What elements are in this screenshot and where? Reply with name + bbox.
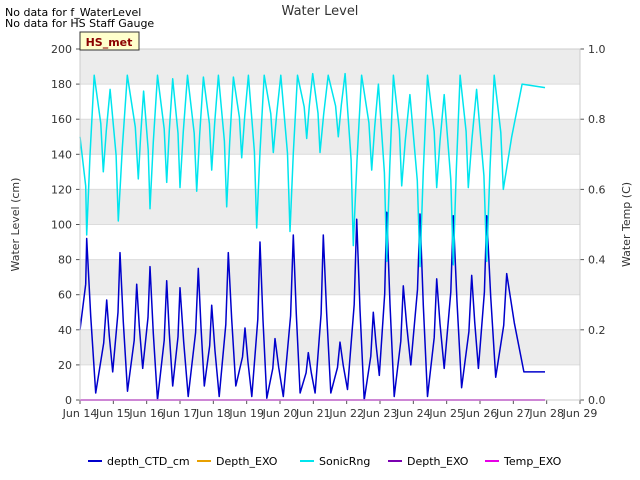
y-axis-label: Water Level (cm) bbox=[9, 178, 22, 272]
y-tick-label: 40 bbox=[58, 324, 72, 337]
y-tick-label: 140 bbox=[51, 148, 72, 161]
x-tick-label: Jun 19 bbox=[228, 407, 264, 420]
grid-band bbox=[80, 49, 580, 85]
y-tick-label: 200 bbox=[51, 43, 72, 56]
x-tick-label: Jun 28 bbox=[528, 407, 564, 420]
water-level-chart: Water Level 0 20 40 60 80 100 120 140 160 180 200 0.… bbox=[9, 4, 633, 468]
y-tick-label: 100 bbox=[51, 219, 72, 232]
grid-band bbox=[80, 259, 580, 295]
legend-label-0: depth_CTD_cm bbox=[107, 455, 190, 468]
y-tick-label: 180 bbox=[51, 78, 72, 91]
y2-tick-label: 0.2 bbox=[588, 324, 606, 337]
chart-title: Water Level bbox=[282, 4, 359, 19]
x-tick-label: Jun 18 bbox=[195, 407, 231, 420]
y2-tick-label: 1.0 bbox=[588, 43, 606, 56]
x-tick-label: Jun 27 bbox=[495, 407, 531, 420]
y-tick-label: 20 bbox=[58, 359, 72, 372]
x-tick-label: Jun 20 bbox=[262, 407, 298, 420]
legend-label-1: Depth_EXO bbox=[216, 455, 278, 468]
x-tick-label: Jun 24 bbox=[395, 407, 431, 420]
y2-tick-label: 0.8 bbox=[588, 113, 606, 126]
x-tick-label: Jun 26 bbox=[462, 407, 498, 420]
legend-label-4: Temp_EXO bbox=[503, 455, 562, 468]
x-tick-label: Jun 17 bbox=[162, 407, 198, 420]
y2-tick-label: 0.0 bbox=[588, 394, 606, 407]
x-tick-label: Jun 23 bbox=[362, 407, 398, 420]
y2-tick-label: 0.6 bbox=[588, 183, 606, 196]
legend-label-3: Depth_EXO bbox=[407, 455, 469, 468]
x-tick-label: Jun 22 bbox=[328, 407, 364, 420]
x-tick-label: Jun 15 bbox=[95, 407, 131, 420]
x-tick-label: Jun 14 bbox=[62, 407, 98, 420]
y-tick-label: 80 bbox=[58, 254, 72, 267]
station-badge-label: HS_met bbox=[86, 36, 133, 49]
x-tick-label: Jun 29 bbox=[562, 407, 598, 420]
x-tick-label: Jun 16 bbox=[128, 407, 164, 420]
y-tick-label: 0 bbox=[65, 394, 72, 407]
grid-band bbox=[80, 189, 580, 225]
x-tick-label: Jun 25 bbox=[428, 407, 464, 420]
y-tick-label: 60 bbox=[58, 289, 72, 302]
y2-tick-label: 0.4 bbox=[588, 254, 606, 267]
x-tick-label: Jun 21 bbox=[295, 407, 331, 420]
y-tick-label: 160 bbox=[51, 113, 72, 126]
legend-label-2: SonicRng bbox=[319, 455, 370, 468]
y2-axis-label: Water Temp (C) bbox=[620, 182, 633, 267]
y-tick-label: 120 bbox=[51, 183, 72, 196]
